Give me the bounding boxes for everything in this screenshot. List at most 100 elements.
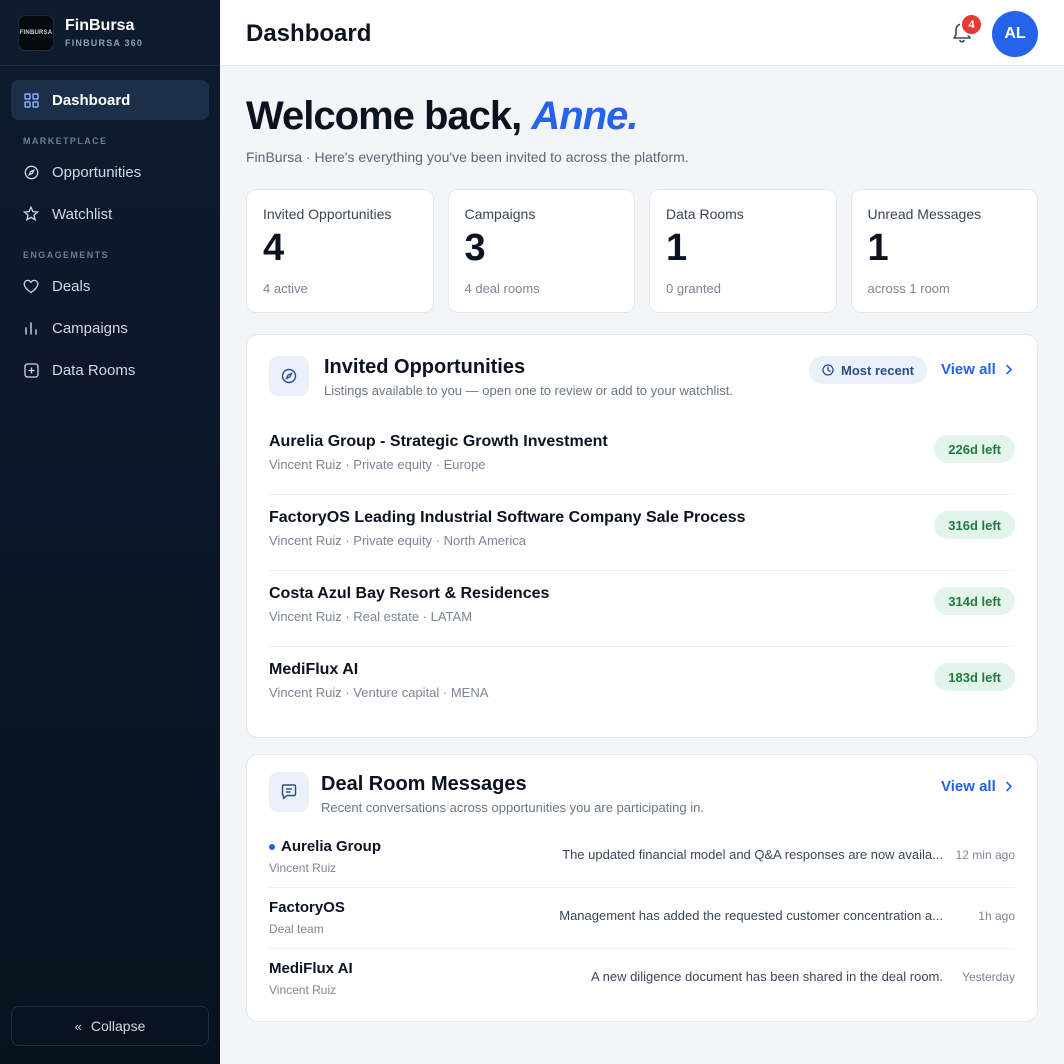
view-all-label: View all	[941, 778, 996, 795]
opportunity-title: Aurelia Group - Strategic Growth Investm…	[269, 433, 608, 450]
view-all-opportunities-link[interactable]: View all	[941, 361, 1013, 378]
message-time: Yesterday	[962, 970, 1015, 984]
days-left-badge: 226d left	[934, 435, 1015, 463]
message-preview: Management has added the requested custo…	[559, 908, 943, 923]
chevrons-left-icon: «	[74, 1018, 82, 1034]
sidebar-item-opportunities[interactable]: Opportunities	[11, 152, 209, 192]
plus-square-icon	[23, 362, 39, 378]
sidebar-item-dashboard[interactable]: Dashboard	[11, 80, 209, 120]
topbar: Dashboard 4 AL	[220, 0, 1064, 66]
heart-icon	[23, 278, 39, 294]
message-room-title: Aurelia Group	[281, 838, 382, 855]
card-subtitle: Listings available to you — open one to …	[324, 383, 734, 398]
table-row[interactable]: FactoryOS Deal team Management has added…	[269, 888, 1015, 949]
opportunity-meta: Vincent Ruiz · Venture capital · MENA	[269, 685, 489, 700]
message-time: 12 min ago	[955, 848, 1015, 862]
stat-value: 4	[263, 227, 285, 269]
message-time: 1h ago	[978, 909, 1015, 923]
welcome-name: Anne.	[531, 94, 638, 138]
days-left-badge: 314d left	[934, 587, 1015, 615]
grid-icon	[23, 92, 39, 108]
list-item[interactable]: MediFlux AI Vincent Ruiz · Venture capit…	[269, 647, 1015, 723]
nav-section-marketplace: MARKETPLACE	[23, 136, 108, 146]
opportunity-meta: Vincent Ruiz · Real estate · LATAM	[269, 609, 473, 624]
messages-list: Aurelia Group Vincent Ruiz The updated f…	[269, 827, 1015, 1010]
sidebar-item-deals[interactable]: Deals	[11, 266, 209, 306]
collapse-button[interactable]: « Collapse	[11, 1006, 209, 1046]
star-icon	[23, 206, 39, 222]
welcome-heading: Welcome back, Anne.	[246, 94, 1038, 139]
stat-value: 1	[666, 227, 688, 269]
list-item[interactable]: Aurelia Group - Strategic Growth Investm…	[269, 419, 1015, 495]
sidebar-item-label: Deals	[52, 277, 91, 295]
brand-name: FinBursa	[65, 17, 135, 34]
opportunity-meta: Vincent Ruiz · Private equity · Europe	[269, 457, 486, 472]
stat-card-unread-messages[interactable]: Unread Messages 1 across 1 room	[850, 189, 1038, 313]
bar-chart-icon	[23, 320, 39, 336]
invited-opportunities-card: Invited Opportunities Listings available…	[246, 334, 1038, 738]
sidebar-nav: Dashboard MARKETPLACE Opportunities Watc…	[0, 66, 220, 390]
stat-card-data-rooms[interactable]: Data Rooms 1 0 granted	[649, 189, 837, 313]
message-sender: Vincent Ruiz	[269, 983, 337, 997]
stat-label: Data Rooms	[666, 206, 744, 222]
compass-icon	[269, 356, 309, 396]
sidebar-item-watchlist[interactable]: Watchlist	[11, 194, 209, 234]
collapse-label: Collapse	[90, 1018, 146, 1034]
stat-card-campaigns[interactable]: Campaigns 3 4 deal rooms	[447, 189, 635, 313]
app: FINBURSA FinBursa FINBURSA 360 Dashboard…	[0, 0, 1064, 1064]
opportunity-title: FactoryOS Leading Industrial Software Co…	[269, 509, 746, 526]
card-title: Deal Room Messages	[321, 773, 527, 795]
message-preview: The updated financial model and Q&A resp…	[562, 847, 943, 862]
list-item[interactable]: Costa Azul Bay Resort & Residences Vince…	[269, 571, 1015, 647]
sort-most-recent-chip[interactable]: Most recent	[809, 356, 927, 384]
message-room: Aurelia Group	[269, 838, 381, 855]
sidebar-item-data-rooms[interactable]: Data Rooms	[11, 350, 209, 390]
opportunity-title: MediFlux AI	[269, 661, 359, 678]
stat-value: 3	[464, 227, 486, 269]
message-sender: Vincent Ruiz	[269, 861, 337, 875]
sidebar-item-campaigns[interactable]: Campaigns	[11, 308, 209, 348]
brand-text: FinBursa FINBURSA 360	[65, 17, 143, 48]
message-sender: Deal team	[269, 922, 324, 936]
avatar[interactable]: AL	[992, 11, 1038, 57]
main-content: Welcome back, Anne. FinBursa · Here's ev…	[246, 66, 1038, 1022]
list-item[interactable]: FactoryOS Leading Industrial Software Co…	[269, 495, 1015, 571]
sidebar-item-label: Dashboard	[52, 91, 131, 109]
table-row[interactable]: Aurelia Group Vincent Ruiz The updated f…	[269, 827, 1015, 888]
welcome-prefix: Welcome back,	[246, 94, 532, 138]
chevron-right-icon	[1005, 781, 1013, 792]
brand[interactable]: FINBURSA FinBursa FINBURSA 360	[0, 0, 220, 66]
compass-icon	[23, 164, 39, 180]
clock-icon	[822, 364, 834, 376]
table-row[interactable]: MediFlux AI Vincent Ruiz A new diligence…	[269, 949, 1015, 1010]
message-preview: A new diligence document has been shared…	[591, 969, 943, 984]
view-all-messages-link[interactable]: View all	[941, 778, 1013, 795]
stats-row: Invited Opportunities 4 4 active Campaig…	[246, 189, 1038, 313]
chevron-right-icon	[1005, 364, 1013, 375]
nav-section-engagements: ENGAGEMENTS	[23, 250, 109, 260]
sidebar-item-label: Watchlist	[52, 205, 113, 223]
message-room-title: FactoryOS	[269, 899, 345, 916]
stat-card-invited-opportunities[interactable]: Invited Opportunities 4 4 active	[246, 189, 434, 313]
opportunities-list: Aurelia Group - Strategic Growth Investm…	[269, 419, 1015, 723]
chip-label: Most recent	[841, 362, 914, 378]
message-room: MediFlux AI	[269, 960, 353, 977]
message-room: FactoryOS	[269, 899, 345, 916]
stat-sub: across 1 room	[867, 281, 950, 296]
stat-sub: 4 deal rooms	[464, 281, 540, 296]
deal-room-messages-card: Deal Room Messages Recent conversations …	[246, 754, 1038, 1022]
opportunity-meta: Vincent Ruiz · Private equity · North Am…	[269, 533, 526, 548]
sidebar-item-label: Opportunities	[52, 163, 142, 181]
sidebar-item-label: Data Rooms	[52, 361, 136, 379]
stat-label: Invited Opportunities	[263, 206, 392, 222]
stat-value: 1	[867, 227, 889, 269]
card-title: Invited Opportunities	[324, 356, 526, 378]
brand-subtitle: FINBURSA 360	[65, 38, 144, 48]
stat-sub: 4 active	[263, 281, 308, 296]
unread-dot	[269, 843, 275, 850]
sidebar: FINBURSA FinBursa FINBURSA 360 Dashboard…	[0, 0, 220, 1064]
stat-label: Unread Messages	[867, 206, 982, 222]
opportunity-title: Costa Azul Bay Resort & Residences	[269, 585, 550, 602]
brand-logo: FINBURSA	[18, 14, 54, 51]
stat-sub: 0 granted	[666, 281, 721, 296]
